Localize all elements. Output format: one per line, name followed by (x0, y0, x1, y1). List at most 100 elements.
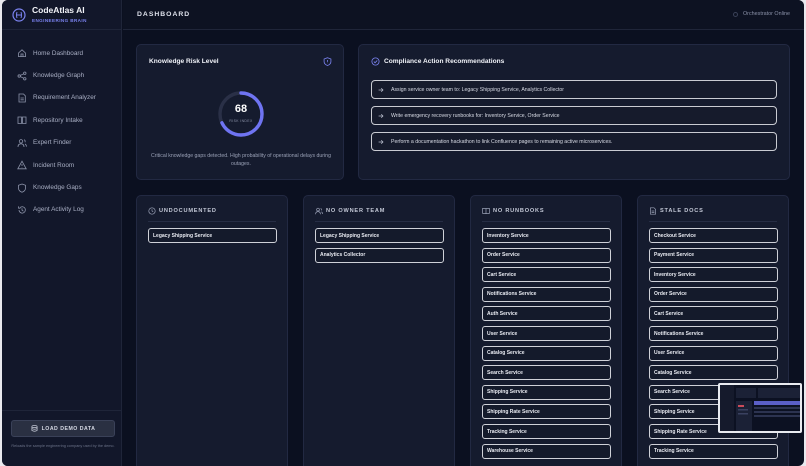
service-tag[interactable]: Shipping Rate Service (482, 404, 611, 420)
service-tag-label: Shipping Rate Service (654, 428, 707, 435)
sidebar-item-label: Home Dashboard (33, 49, 84, 57)
service-tag-label: Search Service (487, 369, 523, 376)
service-tag[interactable]: Auth Service (482, 306, 611, 322)
column-title: STALE DOCS (660, 208, 704, 214)
recommendations-title: Compliance Action Recommendations (384, 58, 505, 65)
sidebar-item-label: Knowledge Gaps (33, 184, 82, 192)
shield-icon (18, 183, 26, 193)
top-header: DASHBOARD Orchestrator Online (123, 0, 804, 30)
status-text: Orchestrator Online (742, 11, 790, 17)
service-tag[interactable]: Payment Service (649, 247, 778, 263)
document-icon (18, 93, 26, 103)
warning-icon (17, 160, 27, 170)
arrow-right-icon (378, 87, 384, 92)
service-tag[interactable]: Checkout Service (649, 228, 778, 243)
service-tag[interactable]: Order Service (482, 247, 611, 263)
service-tag[interactable]: Legacy Shipping Service (148, 228, 277, 243)
column-title: UNDOCUMENTED (159, 208, 217, 214)
sidebar-item-label: Knowledge Graph (33, 72, 85, 80)
recommendation-item[interactable]: Assign service owner team to: Legacy Shi… (371, 80, 777, 99)
sidebar-item-label: Incident Room (33, 161, 75, 169)
service-tag[interactable]: Notifications Service (482, 286, 611, 302)
brain-logo-icon (12, 8, 26, 22)
sidebar: CodeAtlas AI ENGINEERING BRAIN Home Dash… (2, 0, 122, 466)
service-tag-label: Cart Service (487, 271, 517, 278)
column-header: STALE DOCS (649, 207, 704, 215)
no-runbooks-column: NO RUNBOOKS Inventory Service Order Servi… (470, 195, 622, 466)
risk-index-label: RISK INDEX (229, 119, 253, 123)
sidebar-item-label: Expert Finder (33, 139, 72, 147)
column-divider (315, 221, 443, 222)
service-tag-label: Tracking Service (654, 448, 694, 455)
sidebar-item-incident-room[interactable]: Incident Room (2, 154, 122, 176)
file-icon (650, 207, 656, 215)
load-demo-data-label: LOAD DEMO DATA (41, 425, 96, 432)
risk-note: Critical knowledge gaps detected. High p… (151, 153, 331, 168)
service-tag[interactable]: Legacy Shipping Service (315, 228, 444, 243)
shield-icon (323, 57, 332, 66)
service-tag[interactable]: Inventory Service (649, 267, 778, 283)
service-tag[interactable]: Inventory Service (482, 228, 611, 243)
service-tag-label: Legacy Shipping Service (153, 232, 213, 239)
sidebar-item-agent-activity-log[interactable]: Agent Activity Log (2, 199, 122, 221)
service-tag[interactable]: Notifications Service (649, 326, 778, 341)
sidebar-item-expert-finder[interactable]: Expert Finder (2, 132, 122, 154)
service-tag[interactable]: Cart Service (482, 267, 611, 283)
recommendation-text: Perform a documentation hackathon to lin… (391, 138, 613, 145)
brand[interactable]: CodeAtlas AI ENGINEERING BRAIN (2, 0, 122, 30)
sidebar-item-label: Requirement Analyzer (33, 94, 96, 102)
undocumented-column: UNDOCUMENTED Legacy Shipping Service (136, 195, 288, 466)
column-header: UNDOCUMENTED (148, 207, 217, 215)
service-tag[interactable]: Search Service (482, 365, 611, 381)
app-name: CodeAtlas AI (32, 5, 85, 15)
sidebar-nav: Home Dashboard Knowledge Graph Requireme… (2, 42, 122, 221)
column-divider (482, 221, 610, 222)
demo-note: Reloads the sample engineering company u… (11, 444, 115, 448)
sidebar-item-home-dashboard[interactable]: Home Dashboard (2, 42, 122, 64)
page-title: DASHBOARD (137, 11, 191, 18)
sidebar-item-label: Repository Intake (33, 116, 83, 124)
service-tag[interactable]: Tracking Service (482, 424, 611, 439)
sidebar-footer: LOAD DEMO DATA Reloads the sample engine… (2, 410, 122, 466)
service-tag-label: Catalog Service (487, 350, 525, 357)
sidebar-item-knowledge-gaps[interactable]: Knowledge Gaps (2, 176, 122, 198)
service-tag[interactable]: Warehouse Service (482, 443, 611, 459)
app-window: CodeAtlas AI ENGINEERING BRAIN Home Dash… (2, 0, 804, 466)
service-tag[interactable]: User Service (482, 326, 611, 341)
service-tag[interactable]: User Service (649, 345, 778, 361)
service-tag[interactable]: Tracking Service (649, 443, 778, 459)
service-tag[interactable]: Catalog Service (482, 345, 611, 361)
recommendation-item[interactable]: Write emergency recovery runbooks for: I… (371, 106, 777, 125)
load-demo-data-button[interactable]: LOAD DEMO DATA (11, 420, 115, 437)
service-tag[interactable]: Order Service (649, 286, 778, 302)
service-tag-label: Legacy Shipping Service (320, 232, 380, 239)
preview-image (720, 385, 800, 431)
service-tag-label: Analytics Collector (320, 252, 366, 259)
history-icon (18, 206, 26, 214)
screen-preview-thumbnail[interactable] (718, 383, 802, 433)
no-owner-team-column: NO OWNER TEAM Legacy Shipping Service Ana… (303, 195, 455, 466)
sidebar-item-knowledge-graph[interactable]: Knowledge Graph (2, 64, 122, 86)
sidebar-item-repository-intake[interactable]: Repository Intake (2, 109, 122, 131)
service-tag[interactable]: Shipping Service (482, 384, 611, 400)
repository-icon (17, 116, 27, 125)
app-subtitle: ENGINEERING BRAIN (32, 18, 87, 23)
service-tag-label: Auth Service (487, 310, 518, 317)
recommendation-item[interactable]: Perform a documentation hackathon to lin… (371, 132, 777, 151)
service-tag[interactable]: Analytics Collector (315, 247, 444, 263)
service-tag-label: Warehouse Service (487, 448, 533, 455)
service-tag-label: User Service (487, 330, 518, 337)
sidebar-item-requirement-analyzer[interactable]: Requirement Analyzer (2, 87, 122, 109)
arrow-right-icon (378, 113, 384, 118)
graph-icon (17, 71, 27, 80)
service-tag[interactable]: Catalog Service (649, 365, 778, 381)
service-tag-label: Inventory Service (487, 232, 529, 239)
service-tag-label: Tracking Service (487, 428, 527, 435)
service-tag[interactable]: Cart Service (649, 306, 778, 322)
service-tag-label: Shipping Service (487, 389, 528, 396)
book-icon (482, 208, 490, 215)
orchestrator-status: Orchestrator Online (732, 11, 790, 17)
recommendation-text: Write emergency recovery runbooks for: I… (391, 112, 560, 119)
column-header: NO OWNER TEAM (315, 207, 385, 215)
users-icon (17, 138, 27, 147)
